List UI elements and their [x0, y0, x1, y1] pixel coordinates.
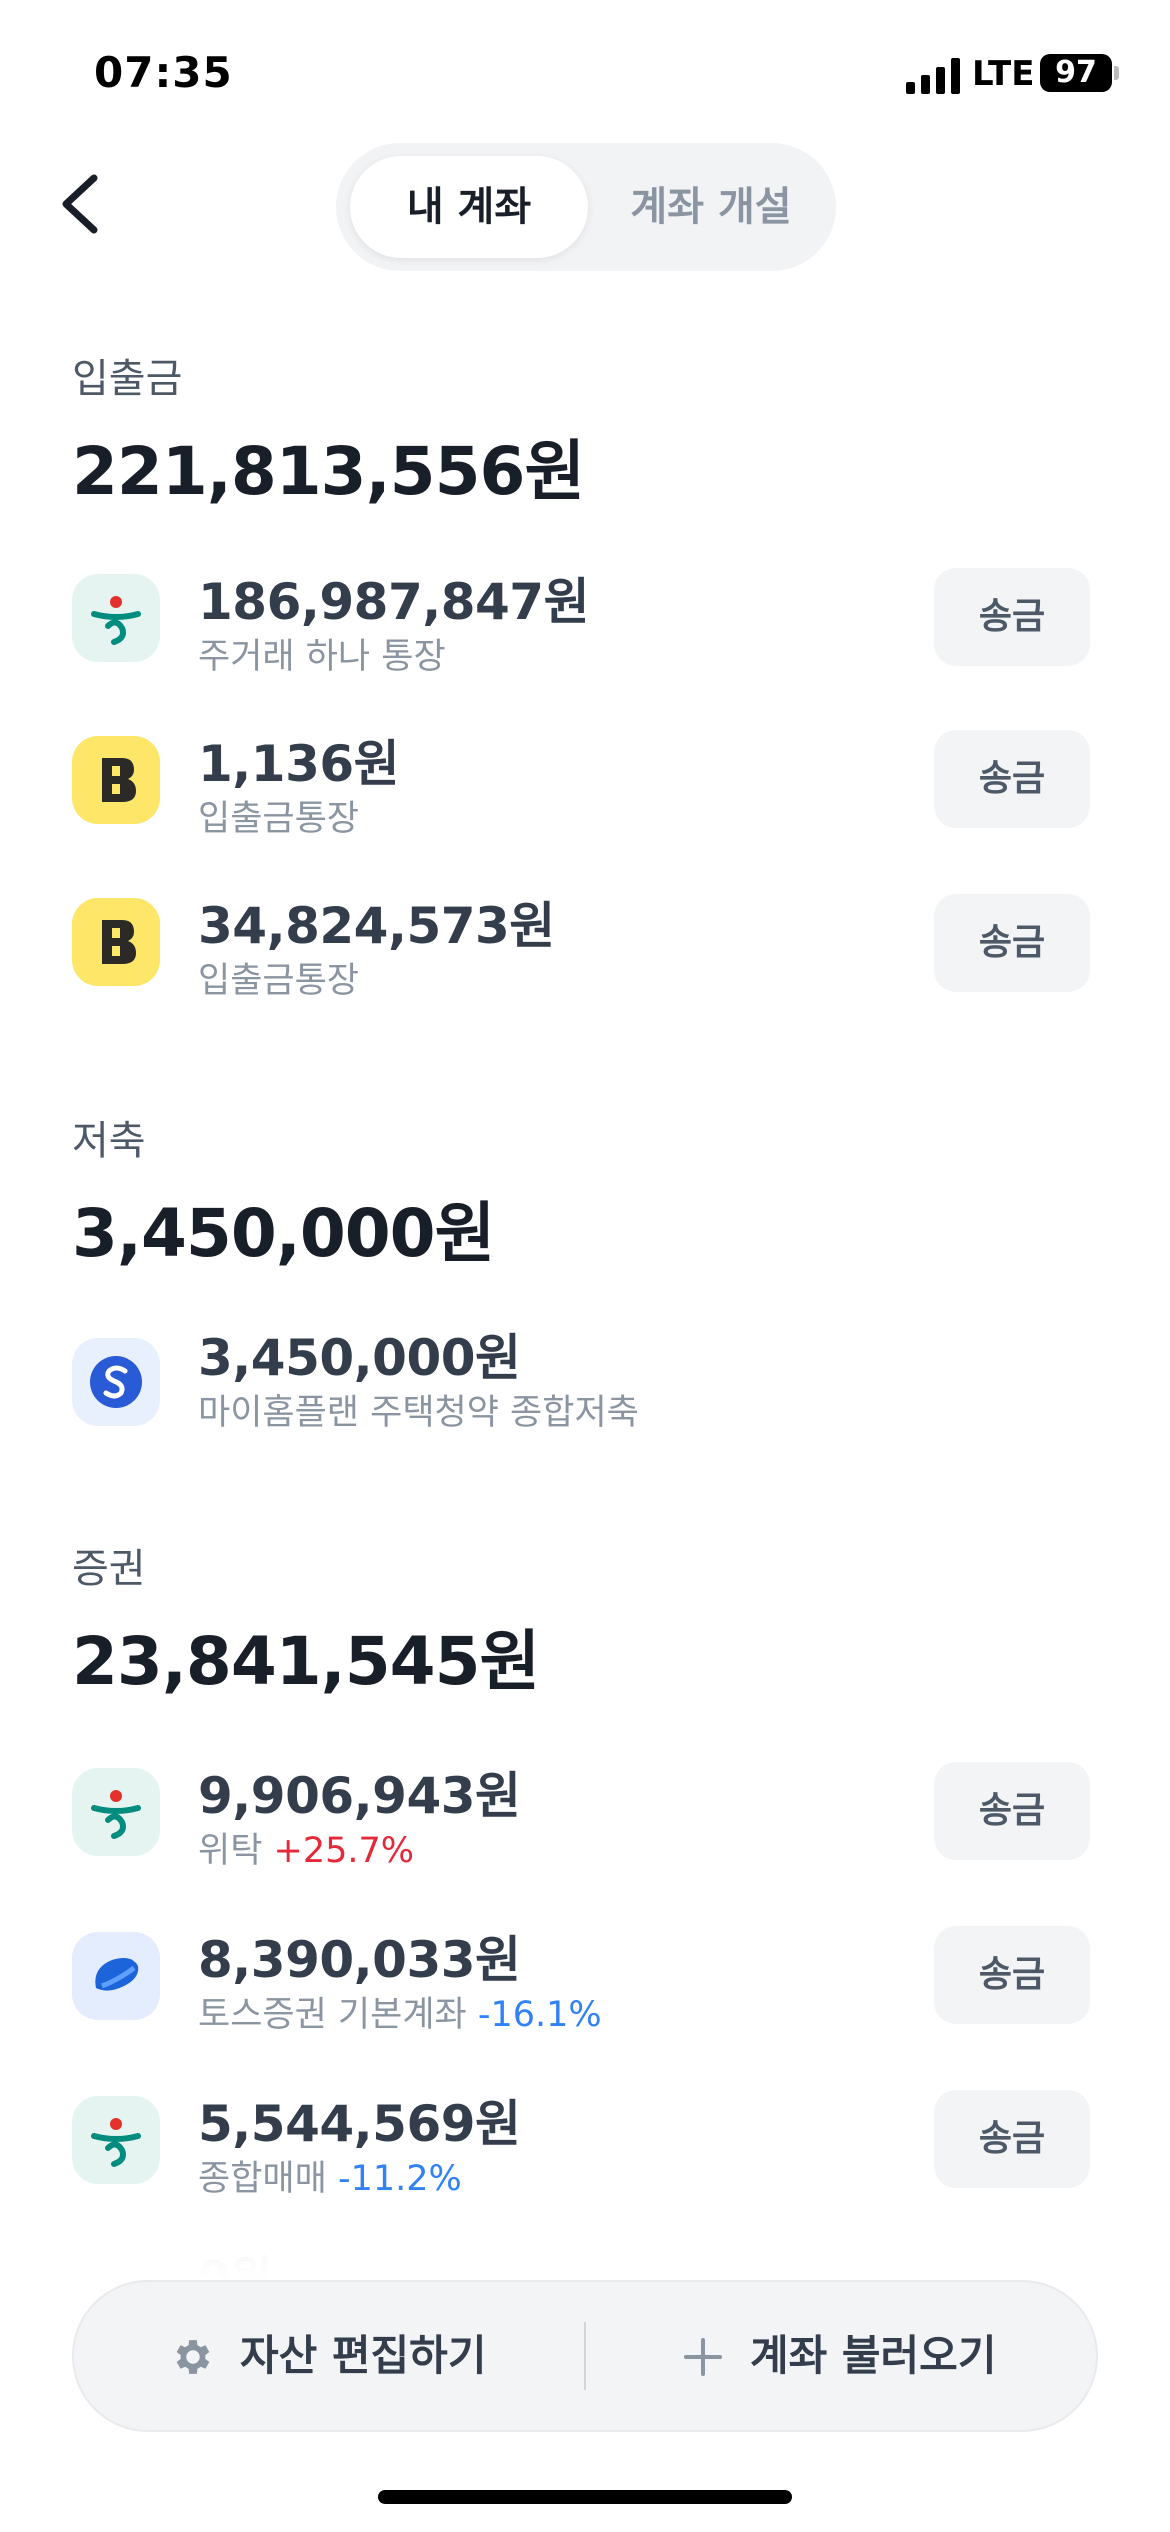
status-time: 07:35 — [94, 48, 233, 97]
account-name: 마이홈플랜 주택청약 종합저축 — [198, 1393, 639, 1433]
send-button[interactable]: 송금 — [934, 568, 1090, 666]
return-rate-negative: -16.1% — [477, 1995, 602, 2035]
section-label-securities: 증권 — [72, 1546, 146, 1592]
edit-assets-button[interactable]: 자산 편집하기 — [240, 2280, 486, 2432]
bottom-bar-divider — [584, 2322, 586, 2390]
account-name-text: 토스증권 기본계좌 — [198, 1995, 467, 2035]
send-button[interactable]: 송금 — [934, 894, 1090, 992]
back-arrow-icon[interactable] — [56, 172, 106, 236]
tab-my-accounts[interactable]: 내 계좌 — [350, 156, 588, 258]
tab-open-account[interactable]: 계좌 개설 — [600, 156, 822, 258]
shinhan-bank-icon — [72, 1338, 160, 1426]
account-name-text: 위탁 — [198, 1831, 263, 1871]
scroll-fade — [0, 2200, 1170, 2280]
signal-icon — [906, 58, 960, 94]
account-name: 위탁 +25.7% — [198, 1822, 414, 1873]
send-button[interactable]: 송금 — [934, 1926, 1090, 2024]
account-name: 입출금통장 — [198, 961, 360, 1001]
kbank-icon — [72, 736, 160, 824]
account-name-text: 종합매매 — [198, 2159, 327, 2199]
network-type: LTE — [972, 54, 1035, 94]
battery-tip — [1114, 66, 1119, 80]
section-total-savings[interactable]: 3,450,000원 — [72, 1180, 495, 1276]
plus-icon — [684, 2338, 722, 2376]
send-button[interactable]: 송금 — [934, 2090, 1090, 2188]
hana-bank-icon — [72, 1768, 160, 1856]
hana-bank-icon — [72, 2096, 160, 2184]
account-name: 토스증권 기본계좌 -16.1% — [198, 1986, 602, 2037]
home-indicator — [378, 2490, 792, 2504]
import-account-button[interactable]: 계좌 불러오기 — [750, 2280, 996, 2432]
battery-icon: 97 — [1040, 54, 1112, 92]
send-button[interactable]: 송금 — [934, 1762, 1090, 1860]
account-name: 주거래 하나 통장 — [198, 637, 446, 677]
account-amount[interactable]: 5,544,569원 — [198, 2084, 521, 2156]
hana-bank-icon — [72, 574, 160, 662]
account-name: 입출금통장 — [198, 799, 360, 839]
section-total-deposit[interactable]: 221,813,556원 — [72, 418, 585, 514]
account-amount[interactable]: 34,824,573원 — [198, 886, 555, 958]
toss-securities-icon — [72, 1932, 160, 2020]
section-total-securities[interactable]: 23,841,545원 — [72, 1608, 540, 1704]
account-name: 종합매매 -11.2% — [198, 2150, 462, 2201]
gear-icon — [176, 2340, 210, 2374]
section-label-savings: 저축 — [72, 1118, 146, 1164]
kbank-icon — [72, 898, 160, 986]
account-amount[interactable]: 1,136원 — [198, 724, 400, 796]
account-amount[interactable]: 8,390,033원 — [198, 1920, 521, 1992]
return-rate-positive: +25.7% — [273, 1831, 415, 1871]
account-amount[interactable]: 3,450,000원 — [198, 1318, 521, 1390]
account-amount[interactable]: 9,906,943원 — [198, 1756, 521, 1828]
section-label-deposit: 입출금 — [72, 356, 183, 402]
send-button[interactable]: 송금 — [934, 730, 1090, 828]
account-amount[interactable]: 186,987,847원 — [198, 562, 590, 634]
return-rate-negative: -11.2% — [337, 2159, 462, 2199]
